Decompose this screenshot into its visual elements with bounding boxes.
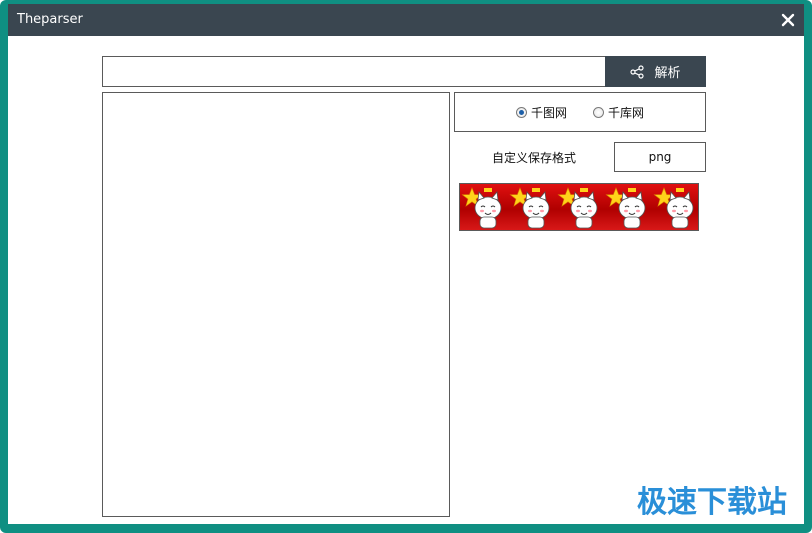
window-title: Theparser	[17, 12, 83, 27]
close-button[interactable]	[776, 8, 800, 32]
watermark-text: 极速下载站	[637, 485, 787, 520]
save-format-input[interactable]	[614, 142, 706, 172]
ad-banner[interactable]	[459, 183, 699, 231]
cat-with-star-icon	[461, 187, 694, 229]
radio-qianku[interactable]: 千库网	[593, 104, 644, 121]
save-format-label: 自定义保存格式	[492, 151, 577, 165]
main-panel: 解析 千图网 千库网 自定义保存格式	[8, 36, 804, 524]
app-window-frame: Theparser 解析 千图网 千库网 自定义保存格式 png 极速下载站	[0, 0, 812, 533]
parse-button[interactable]: 解析	[605, 56, 706, 87]
radio-selected-indicator	[515, 106, 527, 118]
result-output-area[interactable]	[102, 92, 450, 517]
title-bar[interactable]: Theparser	[8, 4, 804, 36]
share-icon	[630, 64, 645, 79]
source-site-radio-group: 千图网 千库网	[454, 92, 706, 132]
parse-button-label: 解析	[654, 66, 681, 81]
url-input[interactable]	[102, 56, 605, 87]
close-icon	[781, 13, 795, 27]
radio-qiantu-label: 千图网	[530, 105, 567, 120]
radio-qiantu[interactable]: 千图网	[515, 104, 567, 121]
radio-unselected-indicator	[593, 106, 604, 118]
radio-qianku-label: 千库网	[608, 105, 645, 120]
